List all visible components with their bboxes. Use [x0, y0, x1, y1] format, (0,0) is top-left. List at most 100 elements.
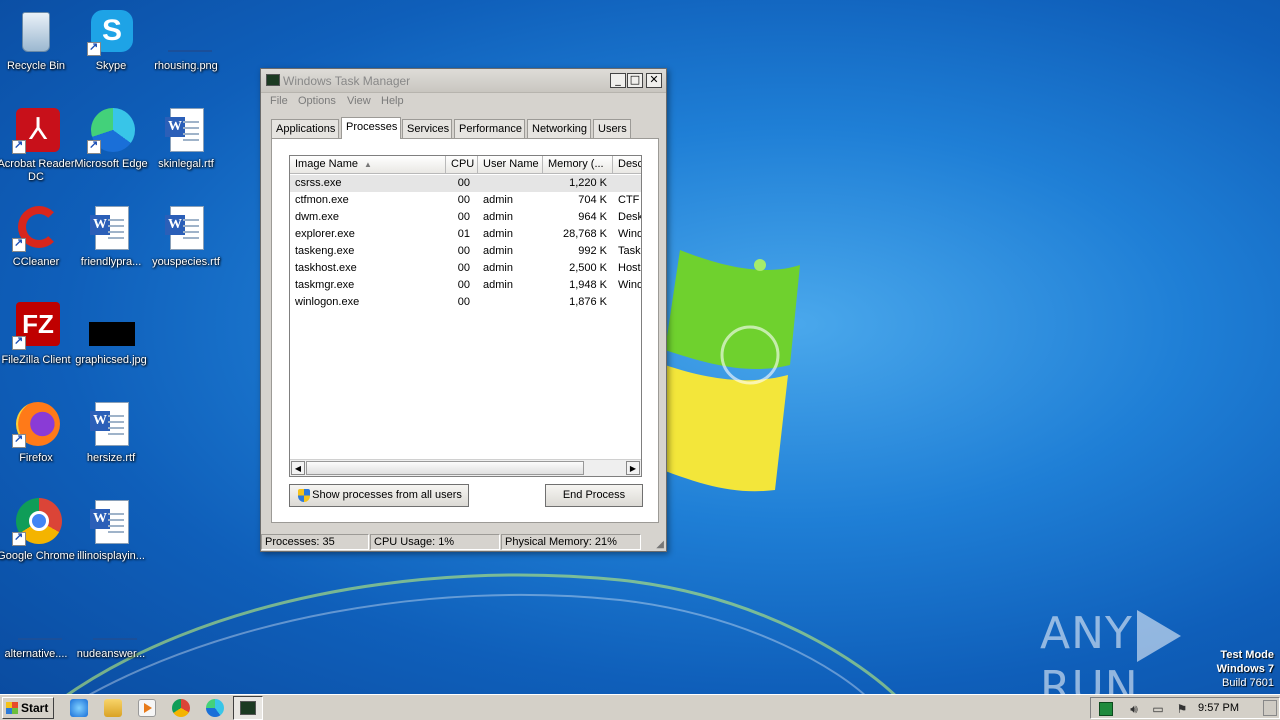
tab-services[interactable]: Services — [402, 119, 452, 139]
process-cpu: 00 — [457, 262, 470, 274]
scroll-left-icon[interactable]: ◀ — [291, 461, 305, 475]
tab-networking[interactable]: Networking — [527, 119, 591, 139]
minimize-button[interactable]: _ — [610, 73, 626, 88]
desktop-icon-ccleaner[interactable]: CCleaner — [0, 204, 78, 294]
scrollbar-thumb[interactable] — [306, 461, 584, 475]
process-name: taskmgr.exe — [295, 279, 355, 291]
column-header-memory[interactable]: Memory (... — [543, 156, 613, 174]
table-row[interactable]: dwm.exe 00 admin 964 K Deskt — [290, 209, 641, 226]
firefox-icon — [12, 400, 60, 448]
desktop-icon-friendlypra[interactable]: W friendlypra... — [69, 204, 153, 294]
desktop-icon-illinoisplayin[interactable]: W illinoisplayin... — [69, 498, 153, 588]
volume-icon[interactable]: 🔊︎ — [1127, 702, 1141, 716]
process-name: csrss.exe — [295, 177, 342, 189]
desktop-icon-graphicsed-jpg[interactable]: graphicsed.jpg — [69, 302, 153, 392]
desktop-icon-alternative[interactable]: alternative.... — [0, 596, 78, 686]
word-document-icon: W — [87, 204, 135, 252]
menu-help[interactable]: Help — [381, 95, 404, 107]
shortcut-arrow-icon — [87, 138, 101, 154]
menu-view[interactable]: View — [347, 95, 371, 107]
tab-applications[interactable]: Applications — [271, 119, 339, 139]
image-file-icon — [87, 302, 135, 350]
horizontal-scrollbar[interactable]: ◀ ▶ — [290, 459, 641, 476]
chrome-taskbar-icon[interactable] — [172, 699, 190, 717]
windows-explorer-icon[interactable] — [104, 699, 122, 717]
table-row[interactable]: ctfmon.exe 00 admin 704 K CTF L — [290, 192, 641, 209]
shortcut-arrow-icon — [12, 432, 26, 448]
menu-file[interactable]: File — [270, 95, 288, 107]
action-center-flag-icon[interactable]: ⚑ — [1175, 702, 1189, 716]
start-button[interactable]: Start — [2, 697, 54, 719]
desktop-icon-filezilla[interactable]: FZ FileZilla Client — [0, 302, 78, 392]
table-row[interactable]: taskhost.exe 00 admin 2,500 K Host — [290, 260, 641, 277]
table-row[interactable]: winlogon.exe 00 1,876 K — [290, 294, 641, 311]
show-all-processes-button[interactable]: Show processes from all users — [289, 484, 469, 507]
process-memory: 1,948 K — [569, 279, 607, 291]
desktop-icon-google-chrome[interactable]: Google Chrome — [0, 498, 78, 588]
windows-flag-icon — [6, 702, 18, 714]
task-manager-taskbar-button[interactable] — [233, 696, 263, 720]
chrome-icon — [12, 498, 62, 546]
monitor-icon[interactable]: ▭ — [1151, 702, 1165, 716]
process-memory: 992 K — [578, 245, 607, 257]
process-description: Wind — [618, 228, 642, 240]
column-header-image-name[interactable]: Image Name ▲ — [290, 156, 446, 174]
test-mode-notice: Test Mode Windows 7 Build 7601 — [1216, 649, 1274, 689]
shortcut-arrow-icon — [12, 236, 26, 252]
column-header-user-name[interactable]: User Name — [478, 156, 543, 174]
desktop-icon-rhousing-png[interactable]: rhousing.png — [144, 8, 228, 98]
play-logo-icon — [1136, 610, 1181, 662]
desktop-icon-label: nudeanswer... — [76, 648, 146, 660]
desktop-icon-nudeanswer[interactable]: nudeanswer... — [69, 596, 153, 686]
desktop-icon-acrobat-reader[interactable]: ⅄ Acrobat Reader DC — [0, 106, 78, 196]
table-row[interactable]: explorer.exe 01 admin 28,768 K Wind — [290, 226, 641, 243]
status-bar: Processes: 35 CPU Usage: 1% Physical Mem… — [261, 533, 666, 551]
image-file-icon — [162, 8, 212, 56]
process-cpu: 00 — [457, 211, 470, 223]
ccleaner-icon — [12, 204, 60, 252]
media-player-icon[interactable] — [138, 699, 156, 717]
acrobat-icon: ⅄ — [12, 106, 60, 154]
edge-icon — [87, 106, 135, 154]
network-status-icon[interactable] — [1099, 702, 1113, 716]
table-row[interactable]: taskeng.exe 00 admin 992 K Task — [290, 243, 641, 260]
edge-taskbar-icon[interactable] — [206, 699, 224, 717]
table-row[interactable]: csrss.exe 00 1,220 K — [290, 175, 641, 192]
table-row[interactable]: taskmgr.exe 00 admin 1,948 K Wind — [290, 277, 641, 294]
process-name: taskhost.exe — [295, 262, 357, 274]
menu-options[interactable]: Options — [298, 95, 336, 107]
end-process-button[interactable]: End Process — [545, 484, 643, 507]
status-physical-memory: Physical Memory: 21% — [501, 534, 641, 550]
process-cpu: 01 — [457, 228, 470, 240]
desktop-icon-skype[interactable]: S Skype — [69, 8, 153, 98]
scroll-right-icon[interactable]: ▶ — [626, 461, 640, 475]
process-list[interactable]: Image Name ▲ CPU User Name Memory (... D… — [289, 155, 642, 477]
title-bar[interactable]: Windows Task Manager _ □ ✕ — [261, 69, 666, 93]
resize-grip-icon[interactable]: ◢ — [656, 539, 664, 550]
process-name: dwm.exe — [295, 211, 340, 223]
desktop-icon-label: hersize.rtf — [86, 452, 136, 464]
process-description: Host — [618, 262, 641, 274]
tab-users[interactable]: Users — [593, 119, 631, 139]
tab-performance[interactable]: Performance — [454, 119, 525, 139]
desktop-icon-skinlegal-rtf[interactable]: W skinlegal.rtf — [144, 106, 228, 196]
column-header-cpu[interactable]: CPU — [446, 156, 478, 174]
close-button[interactable]: ✕ — [646, 73, 662, 88]
desktop-icon-firefox[interactable]: Firefox — [0, 400, 78, 490]
desktop-icon-hersize-rtf[interactable]: W hersize.rtf — [69, 400, 153, 490]
clock[interactable]: 9:57 PM — [1198, 702, 1239, 714]
taskbar: Start 🔊︎ ▭ ⚑ 9:57 PM — [0, 694, 1280, 720]
tab-processes[interactable]: Processes — [341, 117, 401, 139]
maximize-button[interactable]: □ — [627, 73, 643, 88]
process-name: taskeng.exe — [295, 245, 355, 257]
internet-explorer-icon[interactable] — [70, 699, 88, 717]
column-header-description[interactable]: Desc — [613, 156, 641, 174]
desktop-icon-label: Microsoft Edge — [74, 158, 148, 170]
show-desktop-button[interactable] — [1263, 700, 1277, 716]
desktop-icon-microsoft-edge[interactable]: Microsoft Edge — [69, 106, 153, 196]
desktop-icon-recycle-bin[interactable]: Recycle Bin — [0, 8, 78, 98]
process-name: explorer.exe — [295, 228, 355, 240]
desktop-icon-label: skinlegal.rtf — [158, 158, 214, 170]
desktop-icon-youspecies-rtf[interactable]: W youspecies.rtf — [144, 204, 228, 294]
desktop-icon-label: Firefox — [19, 452, 53, 464]
